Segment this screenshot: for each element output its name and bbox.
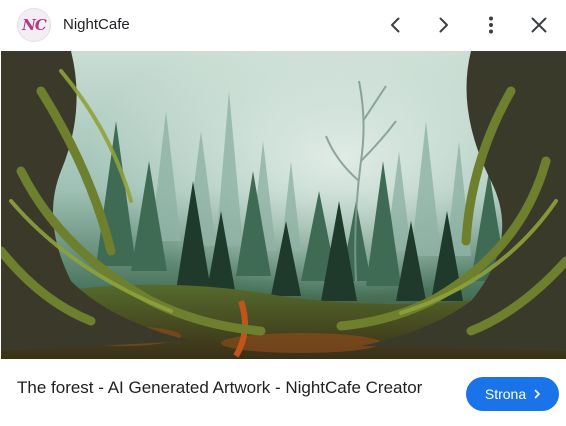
close-button[interactable] (523, 9, 555, 41)
more-vert-icon (489, 16, 493, 34)
next-button[interactable] (427, 9, 459, 41)
visit-button[interactable]: Strona (466, 377, 559, 411)
site-logo[interactable]: NC (17, 8, 51, 42)
more-options-button[interactable] (475, 9, 507, 41)
close-icon (531, 17, 547, 33)
chevron-left-icon (391, 17, 400, 33)
preview-image[interactable] (1, 51, 566, 359)
preview-header: NC NightCafe (0, 0, 566, 50)
previous-button[interactable] (380, 9, 412, 41)
result-title[interactable]: The forest - AI Generated Artwork - Nigh… (17, 376, 437, 400)
chevron-right-icon (532, 389, 542, 399)
forest-artwork-image (1, 51, 566, 359)
visit-button-label: Strona (484, 386, 527, 402)
site-name[interactable]: NightCafe (63, 16, 130, 33)
chevron-right-icon (439, 17, 448, 33)
